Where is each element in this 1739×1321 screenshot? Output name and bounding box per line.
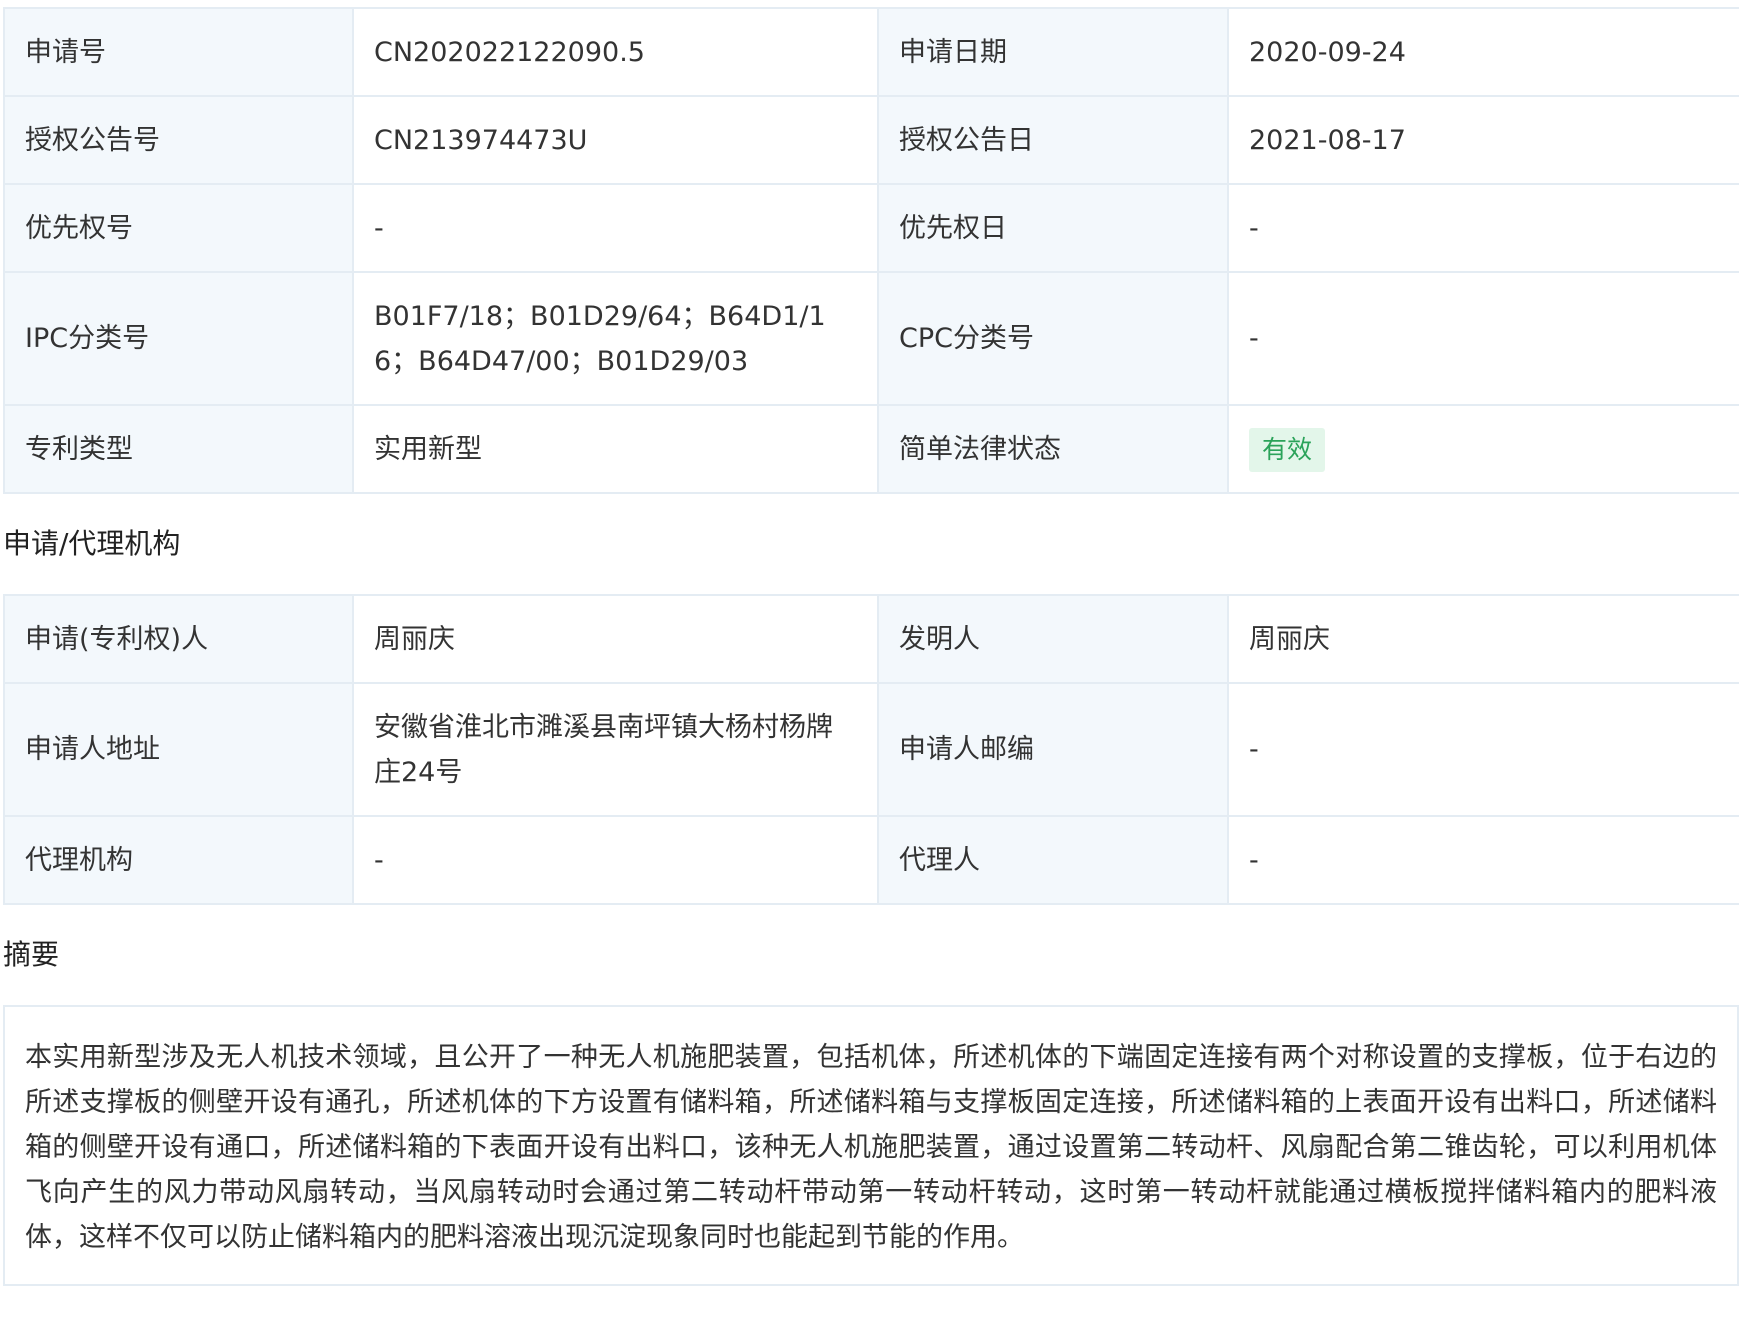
agency-info-table: 申请(专利权)人 周丽庆 发明人 周丽庆 申请人地址 安徽省淮北市濉溪县南坪镇大…: [3, 594, 1739, 905]
grant-publication-number-label: 授权公告号: [3, 95, 354, 185]
grant-publication-number-value: CN213974473U: [352, 95, 879, 185]
application-date-label: 申请日期: [877, 7, 1229, 97]
applicant-address-value: 安徽省淮北市濉溪县南坪镇大杨村杨牌庄24号: [352, 682, 879, 817]
agency-section-title: 申请/代理机构: [3, 527, 181, 560]
abstract-text: 本实用新型涉及无人机技术领域，且公开了一种无人机施肥装置，包括机体，所述机体的下…: [3, 1005, 1739, 1286]
ipc-classification-label: IPC分类号: [3, 271, 354, 406]
table-row: 申请(专利权)人 周丽庆 发明人 周丽庆: [3, 594, 1739, 684]
agent-value: -: [1227, 815, 1739, 905]
priority-number-value: -: [352, 183, 879, 273]
grant-publication-date-label: 授权公告日: [877, 95, 1229, 185]
table-row: 授权公告号 CN213974473U 授权公告日 2021-08-17: [3, 95, 1739, 185]
application-date-value: 2020-09-24: [1227, 7, 1739, 97]
legal-status-label: 简单法律状态: [877, 404, 1229, 494]
applicant-postcode-label: 申请人邮编: [877, 682, 1229, 817]
table-row: 专利类型 实用新型 简单法律状态 有效: [3, 404, 1739, 494]
agent-label: 代理人: [877, 815, 1229, 905]
legal-status-cell: 有效: [1227, 404, 1739, 494]
application-number-value: CN202022122090.5: [352, 7, 879, 97]
patent-type-label: 专利类型: [3, 404, 354, 494]
table-row: 代理机构 - 代理人 -: [3, 815, 1739, 905]
applicant-value: 周丽庆: [352, 594, 879, 684]
table-row: 优先权号 - 优先权日 -: [3, 183, 1739, 273]
status-badge: 有效: [1249, 427, 1326, 472]
application-number-label: 申请号: [3, 7, 354, 97]
abstract-section-title: 摘要: [3, 938, 60, 971]
table-row: 申请号 CN202022122090.5 申请日期 2020-09-24: [3, 7, 1739, 97]
applicant-postcode-value: -: [1227, 682, 1739, 817]
ipc-classification-value: B01F7/18；B01D29/64；B64D1/16；B64D47/00；B0…: [352, 271, 879, 406]
priority-date-label: 优先权日: [877, 183, 1229, 273]
cpc-classification-value: -: [1227, 271, 1739, 406]
table-row: IPC分类号 B01F7/18；B01D29/64；B64D1/16；B64D4…: [3, 271, 1739, 406]
table-row: 申请人地址 安徽省淮北市濉溪县南坪镇大杨村杨牌庄24号 申请人邮编 -: [3, 682, 1739, 817]
inventor-value: 周丽庆: [1227, 594, 1739, 684]
priority-number-label: 优先权号: [3, 183, 354, 273]
patent-detail-page: 申请号 CN202022122090.5 申请日期 2020-09-24 授权公…: [3, 7, 1739, 1286]
applicant-label: 申请(专利权)人: [3, 594, 354, 684]
cpc-classification-label: CPC分类号: [877, 271, 1229, 406]
priority-date-value: -: [1227, 183, 1739, 273]
grant-publication-date-value: 2021-08-17: [1227, 95, 1739, 185]
agency-label: 代理机构: [3, 815, 354, 905]
basic-info-table: 申请号 CN202022122090.5 申请日期 2020-09-24 授权公…: [3, 7, 1739, 494]
inventor-label: 发明人: [877, 594, 1229, 684]
agency-value: -: [352, 815, 879, 905]
patent-type-value: 实用新型: [352, 404, 879, 494]
applicant-address-label: 申请人地址: [3, 682, 354, 817]
